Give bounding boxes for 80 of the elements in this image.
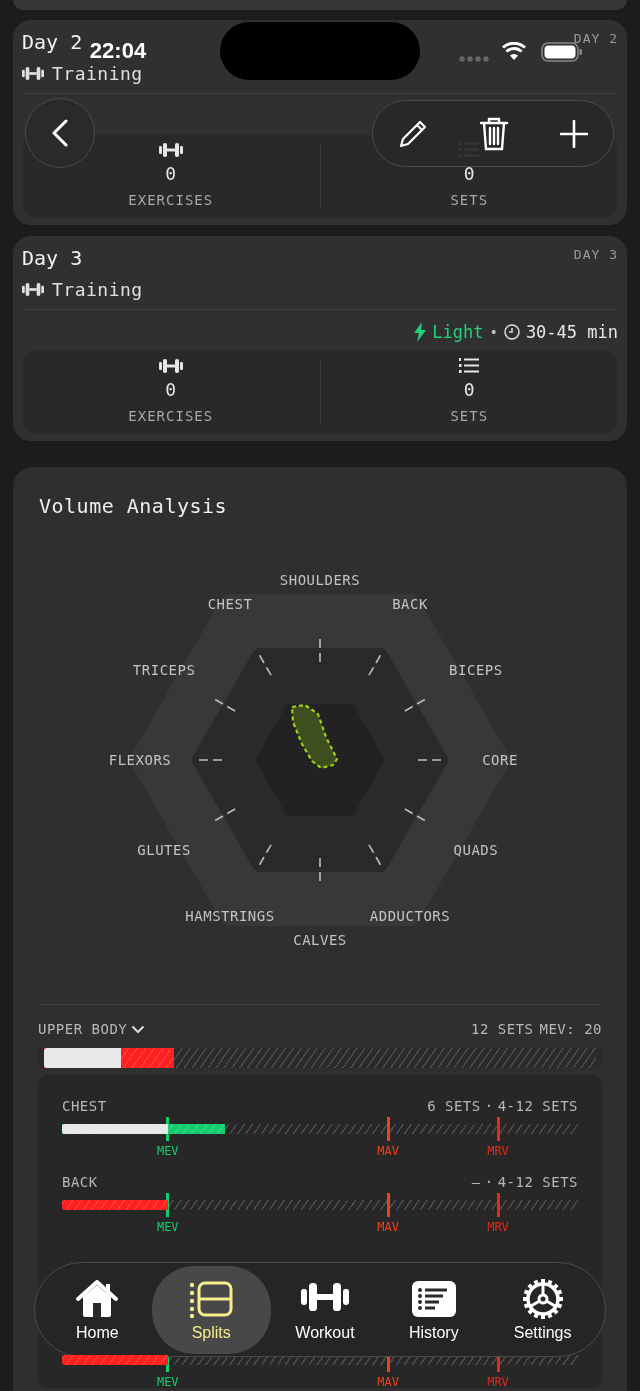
threshold-label: MEV: [156, 1145, 179, 1157]
plus-icon: [559, 119, 588, 148]
tab[interactable]: Settings: [488, 1267, 598, 1352]
group-toggle[interactable]: UPPER BODY: [38, 1021, 146, 1037]
stat-label: SETS: [450, 407, 489, 425]
muscle-name: BACK: [62, 1173, 98, 1191]
muscle-label: BICEPS: [449, 662, 503, 678]
tab[interactable]: Splits: [151, 1265, 271, 1354]
battery-icon: [541, 42, 583, 62]
separator: ·: [484, 1097, 494, 1115]
muscle-label: CALVES: [293, 932, 347, 948]
stat-value: 0: [463, 379, 475, 401]
muscle-label: BACK: [392, 596, 428, 613]
muscle-sets: —: [471, 1173, 481, 1191]
day-card[interactable]: Day 3 DAY 3 Training Light • 30-45 min 0 EXERCISES 0 SETS: [13, 236, 627, 441]
dumbbell-icon: [158, 359, 183, 373]
dumbbell-icon: [22, 66, 44, 80]
clock-icon: [503, 324, 520, 340]
separator: ·: [484, 1173, 494, 1191]
pencil-icon: [398, 118, 429, 149]
separator: •: [489, 324, 498, 340]
day-type: Training: [52, 278, 143, 300]
dumbbell-icon: [158, 143, 183, 157]
signal-icon: [459, 56, 489, 62]
chevron-left-icon: [52, 119, 68, 147]
muscle-sets: 6 SETS: [427, 1097, 481, 1115]
intensity-label: Light: [432, 322, 484, 342]
dumbbell-icon: [22, 282, 44, 296]
threshold-label: MRV: [487, 1376, 509, 1388]
numbered-list-icon: [459, 357, 480, 375]
house-icon: [75, 1278, 120, 1319]
tab[interactable]: Home: [43, 1267, 152, 1352]
muscle-label: ADDUCTORS: [369, 907, 451, 924]
threshold-label: MRV: [487, 1221, 509, 1233]
tab[interactable]: History: [379, 1267, 489, 1352]
set-range: 4-12 SETS: [497, 1173, 578, 1191]
edit-button[interactable]: [398, 118, 429, 149]
day-type: Training: [52, 62, 143, 84]
muscle-label: GLUTES: [137, 842, 191, 858]
volume-shape: [290, 703, 339, 770]
dumbbell-icon: [299, 1282, 350, 1311]
muscle-label: SHOULDERS: [279, 572, 361, 588]
wifi-icon: [502, 42, 526, 60]
threshold-label: MAV: [377, 1376, 399, 1388]
section-title: Volume Analysis: [39, 493, 229, 520]
tab[interactable]: Workout: [270, 1267, 380, 1352]
group-sets: 12 SETS: [470, 1021, 534, 1037]
stat-label: EXERCISES: [128, 191, 214, 209]
bolt-icon: [414, 322, 427, 342]
threshold-label: MRV: [487, 1145, 509, 1157]
add-button[interactable]: [559, 119, 588, 148]
day-tag: DAY 3: [573, 246, 618, 264]
trash-icon: [479, 115, 509, 152]
threshold-label: MAV: [377, 1145, 399, 1157]
chevron-icon: [131, 1024, 146, 1034]
stat-label: SETS: [450, 191, 489, 209]
set-range: 4-12 SETS: [497, 1097, 578, 1115]
stat-label: EXERCISES: [128, 407, 214, 425]
day-tag: DAY 2: [573, 30, 618, 48]
threshold-label: MEV: [156, 1221, 179, 1233]
day-title: Day 3: [22, 246, 83, 270]
threshold-label: MAV: [377, 1221, 399, 1233]
muscle-label: HAMSTRINGS: [185, 907, 275, 924]
group-mev: MEV: 20: [539, 1021, 602, 1037]
muscle-label: QUADS: [453, 842, 499, 858]
muscle-label: TRICEPS: [132, 662, 196, 678]
muscle-label: CORE: [482, 752, 518, 768]
muscle-label: FLEXORS: [108, 752, 172, 768]
stat-value: 0: [165, 379, 177, 401]
stat-value: 0: [463, 163, 475, 185]
day-title: Day 2: [22, 30, 83, 54]
delete-button[interactable]: [479, 115, 509, 152]
threshold-label: MEV: [156, 1376, 179, 1388]
duration: 30-45 min: [525, 322, 618, 342]
list-icon: [411, 1280, 456, 1317]
muscle-label: CHEST: [207, 596, 253, 613]
muscle-name: CHEST: [62, 1097, 107, 1115]
stat-value: 0: [165, 163, 177, 185]
clock-time: 22:04: [88, 38, 148, 64]
settings-icon: [521, 1277, 564, 1320]
